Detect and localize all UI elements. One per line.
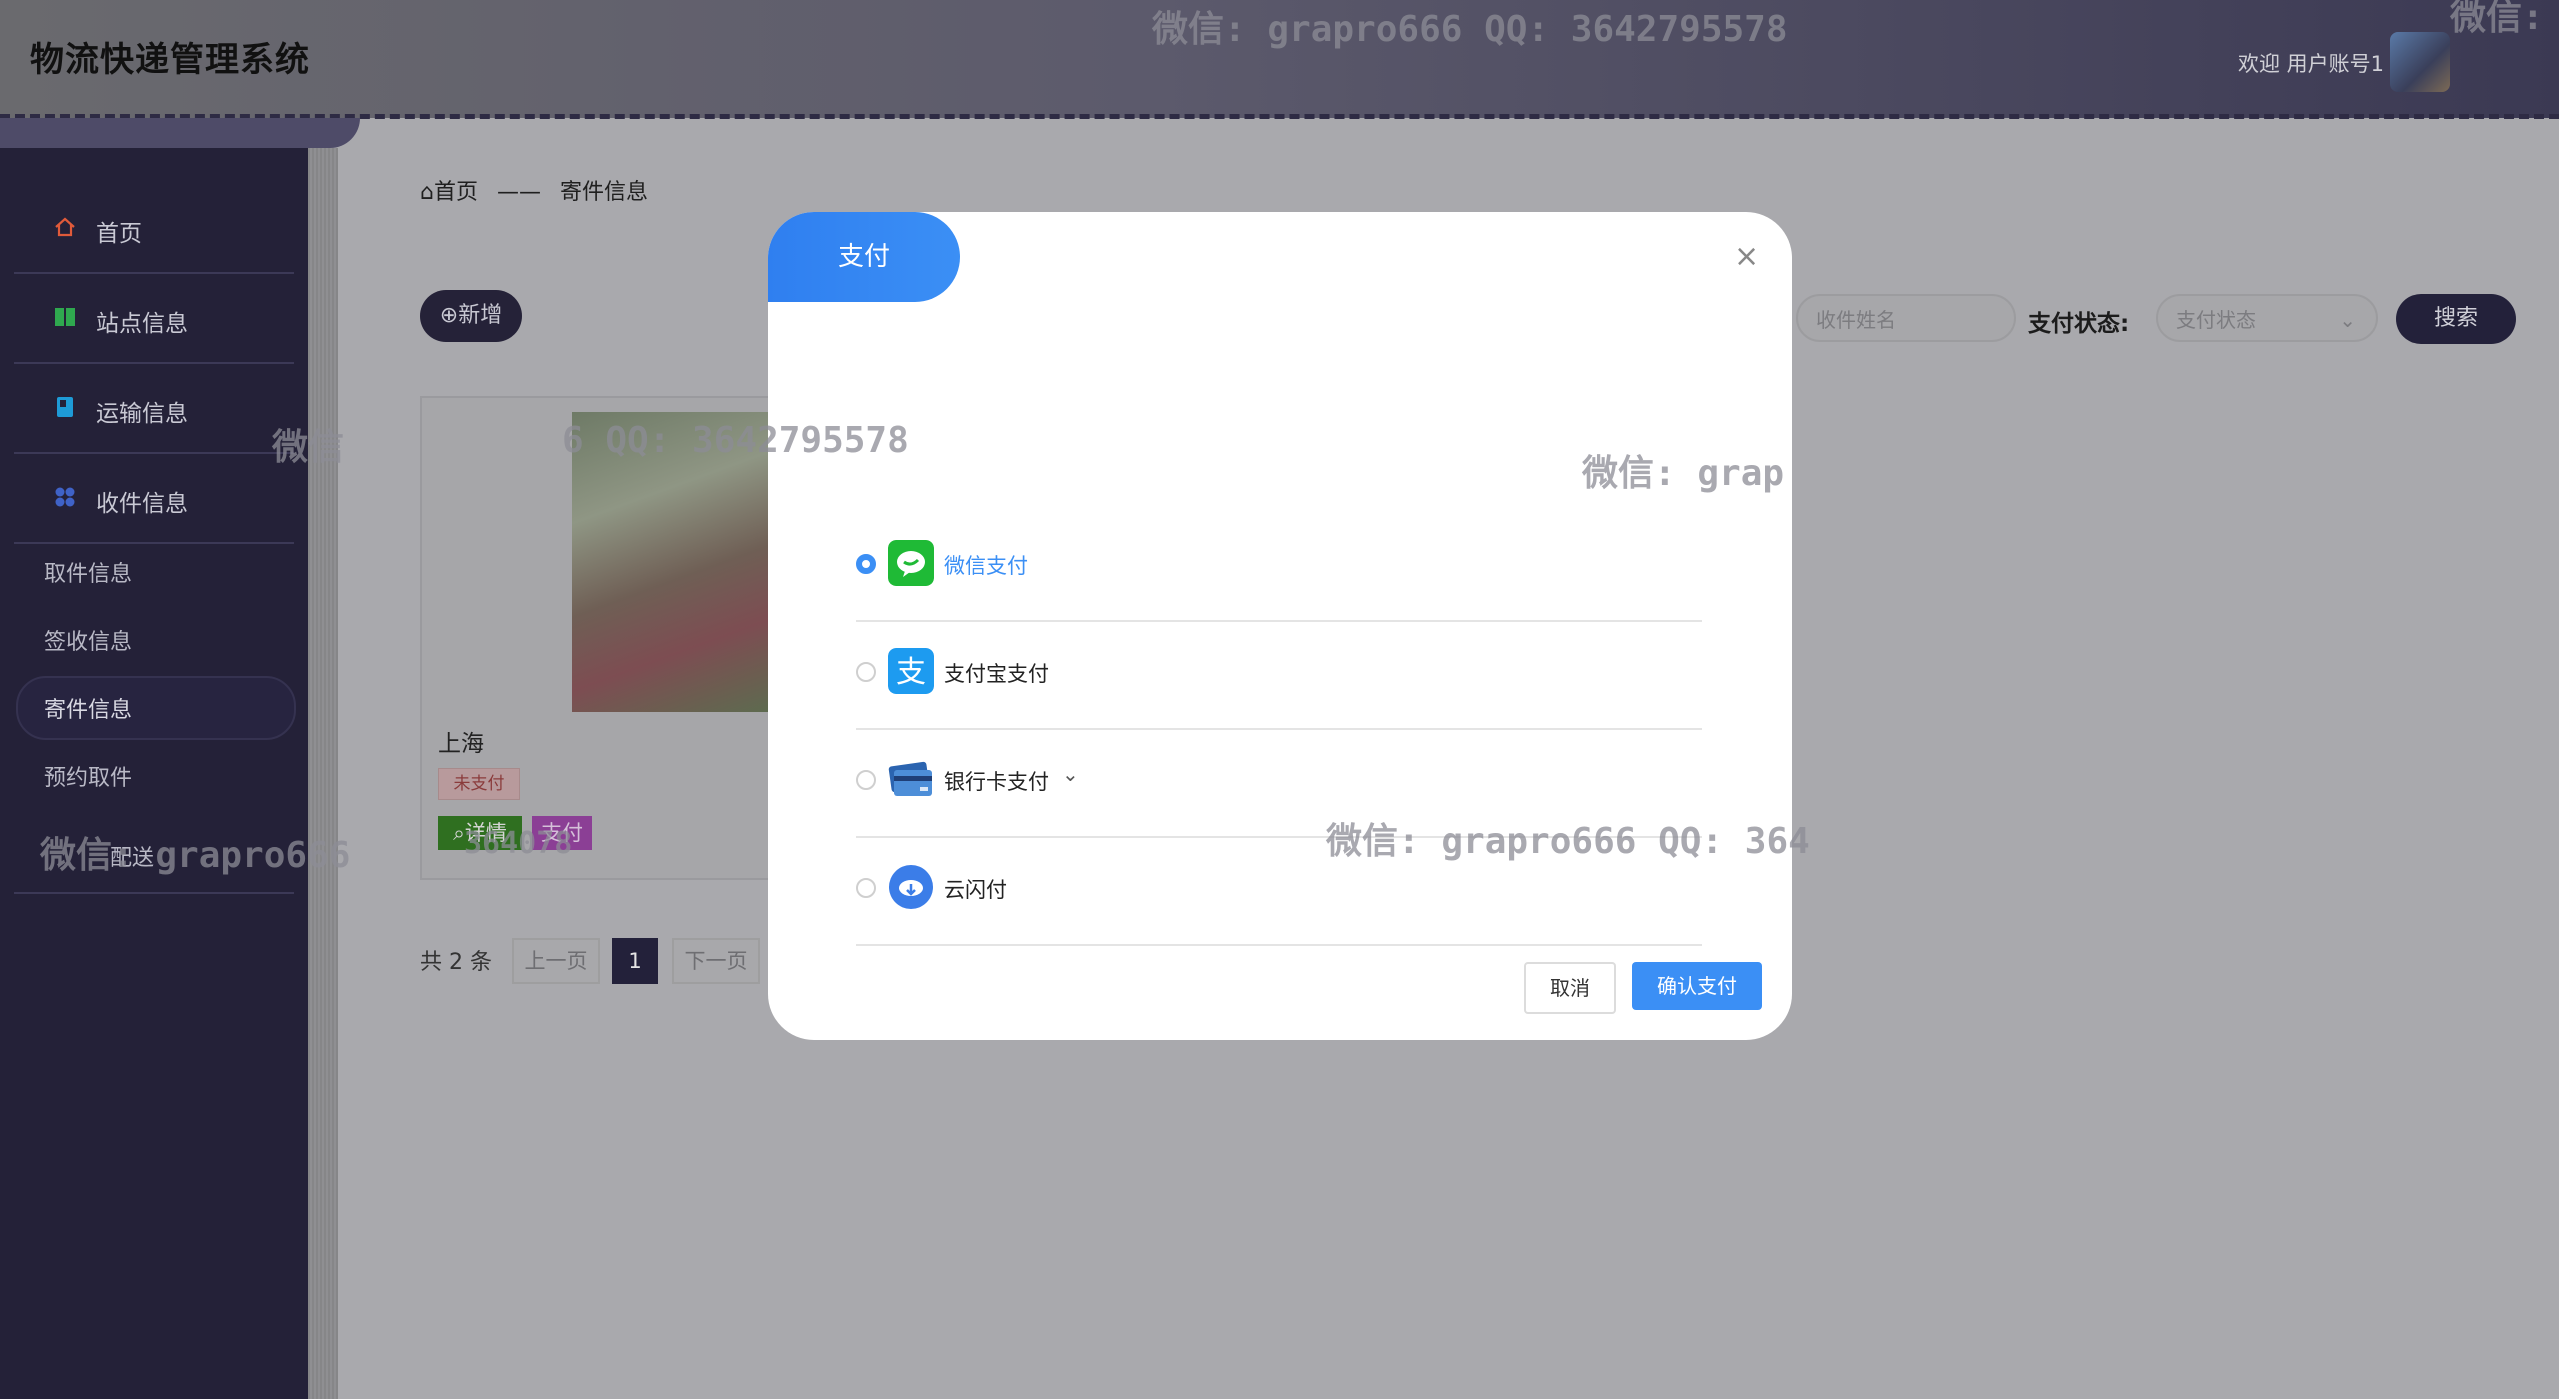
payment-dialog: 支付 × 微信支付 支 支付宝支付 银行卡支付 ⌄ 云闪付 取消 确认支付 [768,212,1792,1040]
watermark: 微信: grap [1582,453,1785,494]
pay-status-placeholder: 支付状态 [2176,308,2256,332]
confirm-pay-button[interactable]: 确认支付 [1632,962,1762,1010]
sidebar-subitem-pickup[interactable]: 取件信息 [44,556,132,588]
watermark: 6 QQ: 3642795578 [562,420,909,461]
chevron-down-icon[interactable]: ⌄ [1062,762,1079,786]
pay-option-label: 微信支付 [944,554,1028,578]
pay-option-label: 银行卡支付 [944,770,1049,794]
header-divider [0,114,2559,119]
pay-status-select[interactable]: 支付状态 ⌄ [2156,294,2378,342]
sidebar-scroll-strip [308,148,338,1399]
sidebar-item-transport[interactable]: 运输信息 [14,364,294,454]
grid-icon [55,487,75,507]
sidebar-item-receive[interactable]: 收件信息 [14,454,294,544]
sidebar-subitem-reserve[interactable]: 预约取件 [44,760,132,792]
app-title: 物流快递管理系统 [30,40,310,80]
cancel-button[interactable]: 取消 [1524,962,1616,1014]
sidebar-item-label: 收件信息 [96,491,188,517]
sidebar-divider [14,892,294,894]
pagination-total: 共 2 条 [420,950,492,975]
bank-card-icon [888,761,932,796]
sidebar-subitem-sign[interactable]: 签收信息 [44,624,132,656]
home-icon: ⌂ [420,180,434,205]
station-icon [55,308,75,326]
watermark: 微信 [272,427,345,468]
breadcrumb-home[interactable]: 首页 [434,180,478,205]
sidebar: 首页 站点信息 运输信息 收件信息 取件信息 签收信息 寄件信息 预约取件 配送 [0,148,308,1399]
watermark: 微信: grapro666 QQ: 3642795578 [1152,9,1788,50]
svg-text:支: 支 [896,655,926,690]
alipay-icon: 支 [888,648,934,694]
add-button[interactable]: ⊕新增 [420,290,522,342]
avatar[interactable] [2390,32,2450,92]
sidebar-item-home[interactable]: 首页 [14,184,294,274]
pay-option-label: 支付宝支付 [944,662,1049,686]
unionpay-cloud-icon [889,865,933,909]
dialog-title: 支付 [768,212,960,302]
pay-option-wechat[interactable]: 微信支付 [856,512,1702,622]
breadcrumb-separator: —— [496,180,541,205]
receiver-name-input[interactable]: 收件姓名 [1796,294,2016,342]
radio-bank-card[interactable] [856,770,876,790]
sidebar-item-label: 运输信息 [96,401,188,427]
pay-option-label: 云闪付 [944,878,1007,902]
shipment-card: 上海 未支付 ⌕详情 支付 [420,396,784,880]
close-icon[interactable]: × [1734,242,1759,272]
next-page-button[interactable]: 下一页 [672,938,760,984]
sidebar-tab [0,118,360,148]
book-icon [57,397,73,417]
card-city: 上海 [438,731,484,757]
wechat-icon [888,540,934,586]
radio-wechat[interactable] [856,554,876,574]
search-button[interactable]: 搜索 [2396,294,2516,344]
page-number-current[interactable]: 1 [612,938,658,984]
breadcrumb-current: 寄件信息 [559,180,648,205]
watermark: 微信: grapro666 QQ: 364 [1326,821,1810,862]
status-badge: 未支付 [438,768,520,800]
sidebar-subitem-send[interactable]: 寄件信息 [44,692,132,724]
home-icon [55,217,75,237]
sidebar-item-station[interactable]: 站点信息 [14,274,294,364]
watermark: 微信: grapro666 [40,835,351,876]
pay-status-label: 支付状态: [2028,311,2130,337]
welcome-text: 欢迎 用户账号1 [2238,52,2385,76]
prev-page-button[interactable]: 上一页 [512,938,600,984]
sidebar-item-label: 站点信息 [96,311,188,337]
radio-cloud-quickpass[interactable] [856,878,876,898]
pay-option-alipay[interactable]: 支 支付宝支付 [856,620,1702,730]
breadcrumb: ⌂首页 —— 寄件信息 [420,174,648,206]
watermark: 微信: [2450,0,2544,38]
watermark: 364078 [464,826,573,861]
sidebar-item-label: 首页 [96,221,142,247]
radio-alipay[interactable] [856,662,876,682]
chevron-down-icon: ⌄ [2339,308,2356,332]
